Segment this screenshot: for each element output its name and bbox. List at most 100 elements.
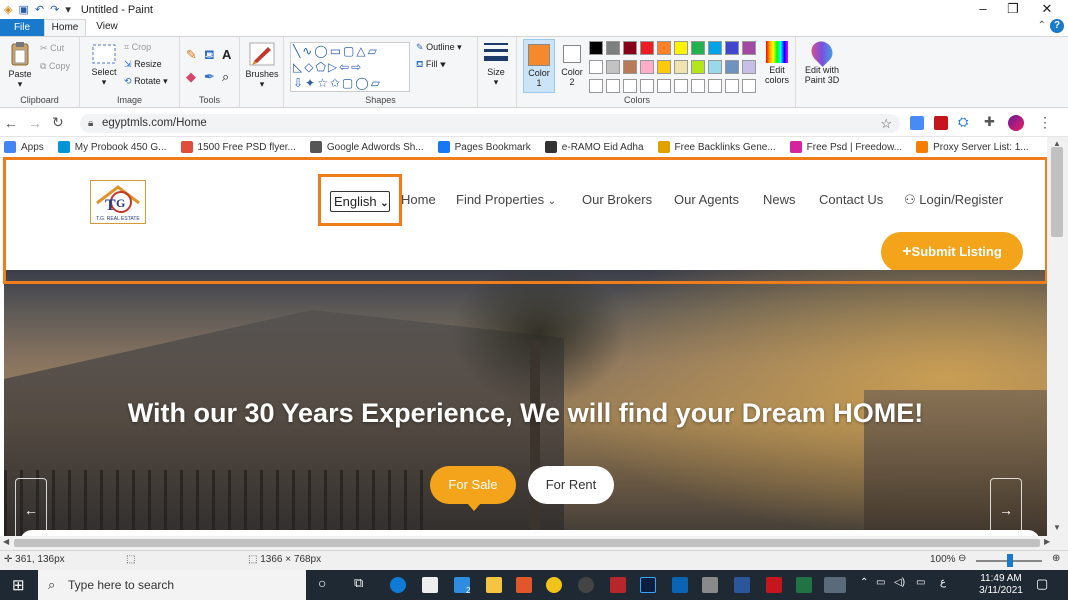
task-view-icon[interactable]: ⧉ bbox=[354, 575, 363, 591]
undo-icon[interactable]: ↶ bbox=[35, 3, 44, 16]
palette-custom-swatch[interactable] bbox=[589, 79, 603, 93]
bookmark-item[interactable]: Google Adwords Sh... bbox=[309, 141, 424, 153]
palette-custom-swatch[interactable] bbox=[674, 79, 688, 93]
for-rent-tab[interactable]: For Rent bbox=[528, 466, 614, 504]
scroll-right-icon[interactable]: ▶ bbox=[1044, 537, 1050, 546]
bookmark-item[interactable]: My Probook 450 G... bbox=[57, 141, 167, 153]
horizontal-scrollbar[interactable]: ◀ ▶ bbox=[0, 536, 1068, 550]
bookmark-item[interactable]: Proxy Server List: 1... bbox=[916, 141, 1029, 153]
rotate-button[interactable]: ⟲ Rotate ▾ bbox=[124, 76, 168, 87]
for-sale-tab[interactable]: For Sale bbox=[430, 466, 516, 511]
acrobat-icon[interactable] bbox=[766, 577, 782, 593]
calculator-icon[interactable] bbox=[702, 577, 718, 593]
brushes-button[interactable]: Brushes ▾ bbox=[244, 41, 280, 90]
file-explorer-icon[interactable] bbox=[486, 577, 502, 593]
outlook-icon[interactable] bbox=[672, 577, 688, 593]
extension-person-icon[interactable]: ⛭ bbox=[958, 114, 968, 130]
notification-icon[interactable]: ▢ bbox=[1036, 576, 1048, 592]
palette-custom-swatch[interactable] bbox=[691, 79, 705, 93]
minimize-button[interactable]: – bbox=[966, 0, 1000, 19]
edit-with-paint3d-button[interactable]: Edit with Paint 3D bbox=[800, 37, 844, 85]
speedometer-icon[interactable] bbox=[578, 577, 594, 593]
fill-button[interactable]: ⛾ Fill ▾ bbox=[416, 59, 446, 71]
redo-icon[interactable]: ↷ bbox=[50, 3, 59, 16]
palette-custom-swatch[interactable] bbox=[708, 79, 722, 93]
zoom-slider-thumb[interactable] bbox=[1007, 554, 1013, 567]
extensions-puzzle-icon[interactable]: ✚ bbox=[984, 114, 995, 130]
cortana-icon[interactable]: ○ bbox=[318, 575, 326, 591]
restore-button[interactable]: ❐ bbox=[996, 0, 1030, 19]
palette-swatch[interactable] bbox=[674, 60, 688, 74]
settings-app-icon[interactable] bbox=[516, 577, 532, 593]
windows-start-icon[interactable]: ⊞ bbox=[12, 576, 25, 594]
photoshop-icon[interactable] bbox=[640, 577, 656, 593]
fill-bucket-icon[interactable]: ⛾ bbox=[204, 47, 215, 65]
palette-custom-swatch[interactable] bbox=[606, 79, 620, 93]
size-button[interactable]: Size ▾ bbox=[482, 41, 510, 88]
bookmark-item[interactable]: e-RAMO Eid Adha bbox=[544, 141, 644, 153]
back-icon[interactable]: ← bbox=[4, 115, 18, 131]
browser-menu-icon[interactable]: ⋮ bbox=[1038, 114, 1052, 131]
palette-swatch[interactable] bbox=[708, 60, 722, 74]
store-icon[interactable] bbox=[422, 577, 438, 593]
taskbar-clock[interactable]: 11:49 AM 3/11/2021 bbox=[978, 573, 1024, 597]
palette-swatch[interactable] bbox=[640, 60, 654, 74]
crop-button[interactable]: ⌗ Crop bbox=[124, 42, 151, 53]
magnifier-icon[interactable]: ⌕ bbox=[222, 69, 229, 85]
palette-swatch[interactable] bbox=[674, 41, 688, 55]
help-icon[interactable]: ? bbox=[1050, 19, 1064, 33]
palette-swatch[interactable] bbox=[606, 60, 620, 74]
scroll-down-icon[interactable]: ▼ bbox=[1053, 523, 1061, 532]
reload-icon[interactable]: ↻ bbox=[52, 114, 64, 131]
vertical-scrollbar[interactable]: ▲ ▼ bbox=[1047, 137, 1068, 536]
star-icon[interactable]: ☆ bbox=[880, 114, 892, 133]
forward-icon[interactable]: → bbox=[28, 115, 42, 131]
bookmark-item[interactable]: 1500 Free PSD flyer... bbox=[180, 141, 296, 153]
edge-icon[interactable] bbox=[390, 577, 406, 593]
paint-taskbar-icon[interactable] bbox=[824, 577, 846, 593]
zoom-in-icon[interactable]: ⊕ bbox=[1052, 553, 1060, 564]
ribbon-collapse-icon[interactable]: ⌃ bbox=[1038, 20, 1046, 31]
horizontal-scroll-thumb[interactable] bbox=[14, 539, 1040, 547]
color-picker-icon[interactable]: ✒ bbox=[204, 69, 215, 85]
taskbar-search-box[interactable]: ⌕ Type here to search bbox=[38, 570, 306, 600]
tab-view[interactable]: View bbox=[86, 19, 128, 36]
quick-access-dropdown-icon[interactable]: ▾ bbox=[65, 3, 71, 16]
palette-swatch[interactable] bbox=[691, 60, 705, 74]
bookmark-item[interactable]: Pages Bookmark bbox=[437, 141, 531, 153]
filezilla-icon[interactable] bbox=[610, 577, 626, 593]
palette-swatch[interactable] bbox=[589, 60, 603, 74]
hero-next-arrow-icon[interactable]: → bbox=[990, 478, 1022, 536]
cut-button[interactable]: ✂ Cut bbox=[40, 43, 64, 54]
tab-home[interactable]: Home bbox=[44, 19, 86, 36]
palette-swatch[interactable] bbox=[623, 60, 637, 74]
palette-custom-swatch[interactable] bbox=[640, 79, 654, 93]
palette-swatch[interactable] bbox=[657, 60, 671, 74]
text-icon[interactable]: A bbox=[222, 47, 231, 62]
paste-button[interactable]: Paste ▾ bbox=[6, 41, 34, 90]
palette-custom-swatch[interactable] bbox=[623, 79, 637, 93]
address-bar[interactable]: 🔒︎ egyptmls.com/Home ☆ bbox=[80, 114, 900, 133]
tab-file[interactable]: File bbox=[0, 19, 44, 36]
word-icon[interactable] bbox=[734, 577, 750, 593]
palette-swatch[interactable] bbox=[606, 41, 620, 55]
edit-colors-button[interactable]: Edit colors bbox=[759, 41, 795, 85]
palette-custom-swatch[interactable] bbox=[657, 79, 671, 93]
shapes-gallery[interactable]: ╲∿◯▭▢△▱ ◺◇⬠▷⇦⇨ ⇩✦☆✩▢◯▱ bbox=[290, 42, 410, 92]
palette-swatch[interactable] bbox=[742, 60, 756, 74]
hero-prev-arrow-icon[interactable]: ← bbox=[15, 478, 47, 536]
tray-chevron-icon[interactable]: ⌃ bbox=[860, 577, 868, 588]
palette-custom-swatch[interactable] bbox=[725, 79, 739, 93]
color-palette[interactable] bbox=[589, 41, 761, 93]
language-indicator-icon[interactable]: ع bbox=[940, 577, 946, 588]
bookmark-item[interactable]: Apps bbox=[4, 141, 44, 153]
save-icon[interactable]: ▣ bbox=[18, 3, 28, 16]
color1-button[interactable]: Color 1 bbox=[523, 39, 555, 93]
close-button[interactable]: ✕ bbox=[1030, 0, 1064, 19]
eraser-icon[interactable]: ◆ bbox=[186, 69, 196, 85]
palette-swatch[interactable] bbox=[623, 41, 637, 55]
profile-avatar[interactable] bbox=[1008, 115, 1024, 131]
resize-button[interactable]: ⇲ Resize bbox=[124, 59, 162, 70]
battery-icon[interactable]: ▭ bbox=[916, 577, 925, 588]
palette-swatch[interactable] bbox=[657, 41, 671, 55]
